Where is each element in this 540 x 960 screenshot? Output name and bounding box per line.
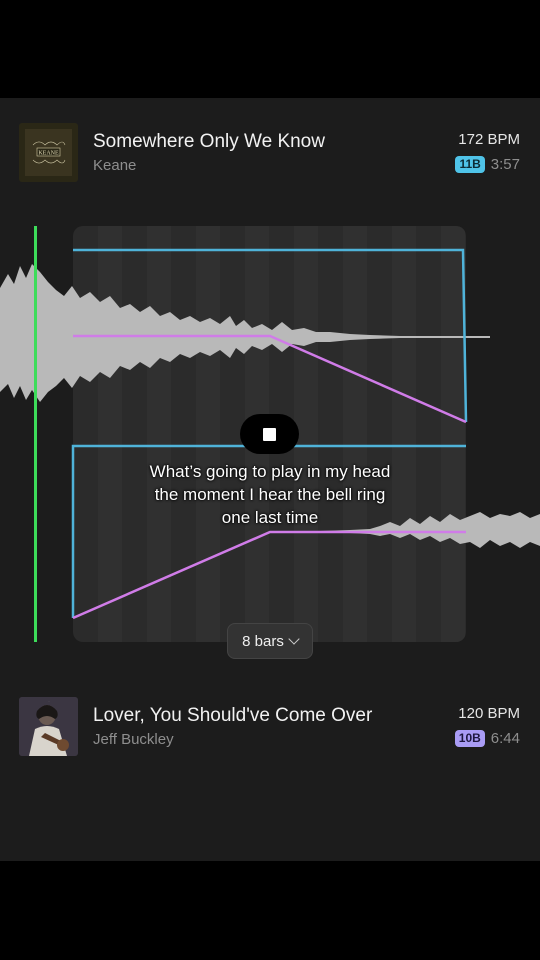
transition-length-dropdown[interactable]: 8 bars [227, 623, 313, 659]
cover-text: KEANE [38, 151, 59, 157]
playhead[interactable] [34, 226, 37, 642]
track-meta: 10B 6:44 [454, 730, 520, 747]
stop-button[interactable] [240, 414, 299, 454]
svg-text:·: · [49, 699, 50, 703]
track-artist: Keane [93, 157, 137, 174]
lyric-caption: What’s going to play in my head the mome… [149, 462, 391, 527]
track-bpm: 120 BPM [458, 705, 520, 722]
track-artist: Jeff Buckley [93, 731, 174, 748]
track-row-next[interactable]: · Lover, You Should've Come Over Jeff Bu… [0, 697, 540, 757]
track-title: Lover, You Should've Come Over [93, 705, 373, 726]
transition-length-label: 8 bars [242, 632, 284, 650]
track-duration: 3:57 [490, 156, 520, 173]
stop-icon [263, 427, 276, 441]
key-badge: 10B [454, 730, 485, 747]
album-cover-keane: KEANE [19, 123, 78, 182]
chevron-down-icon [288, 633, 300, 645]
track-bpm: 172 BPM [458, 131, 520, 148]
track-row-current[interactable]: KEANE Somewhere Only We Know Keane 172 B… [0, 123, 540, 183]
track-meta: 11B 3:57 [455, 156, 520, 173]
track-duration: 6:44 [490, 730, 520, 747]
album-cover-jeff-buckley: · [19, 697, 78, 756]
key-badge: 11B [455, 156, 485, 173]
track-title: Somewhere Only We Know [93, 131, 325, 152]
